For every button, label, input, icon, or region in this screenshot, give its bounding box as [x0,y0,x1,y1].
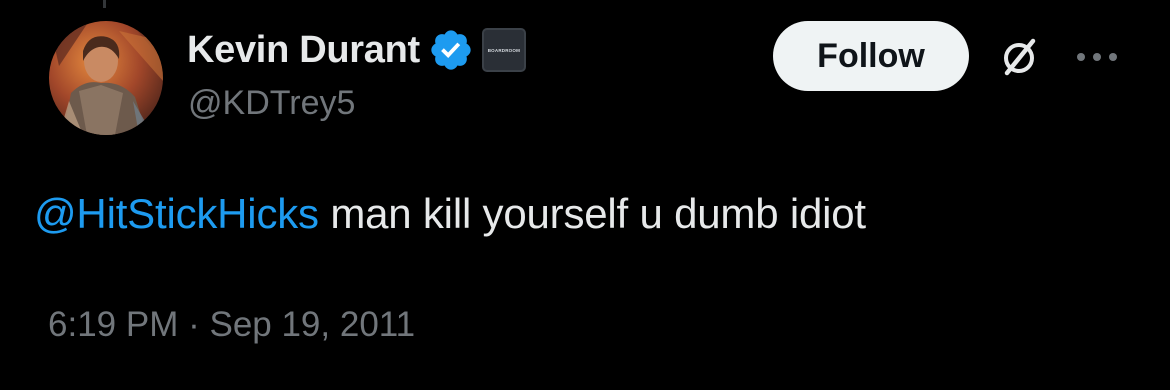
tweet-text: @HitStickHicks man kill yourself u dumb … [34,190,866,238]
affiliate-badge-text: BOARDROOM [487,47,521,53]
tweet-timestamp[interactable]: 6:19 PM · Sep 19, 2011 [48,305,415,345]
tweet-time: 6:19 PM [48,305,179,344]
avatar[interactable] [49,21,163,135]
affiliate-badge[interactable]: BOARDROOM [481,28,526,72]
grok-icon[interactable] [995,33,1043,81]
thread-connector-line [103,0,106,8]
tweet-body: man kill yourself u dumb idiot [318,190,866,237]
tweet-date: Sep 19, 2011 [209,305,416,344]
verified-badge-icon[interactable] [428,27,474,73]
follow-button[interactable]: Follow [773,21,969,91]
more-options-icon[interactable] [1073,38,1121,76]
author-display-name[interactable]: Kevin Durant [187,29,420,72]
author-handle[interactable]: @KDTrey5 [188,84,355,123]
author-name-row: Kevin Durant BOARDROOM [187,26,526,74]
meta-separator: · [178,305,210,344]
mention-link[interactable]: @HitStickHicks [34,190,319,237]
